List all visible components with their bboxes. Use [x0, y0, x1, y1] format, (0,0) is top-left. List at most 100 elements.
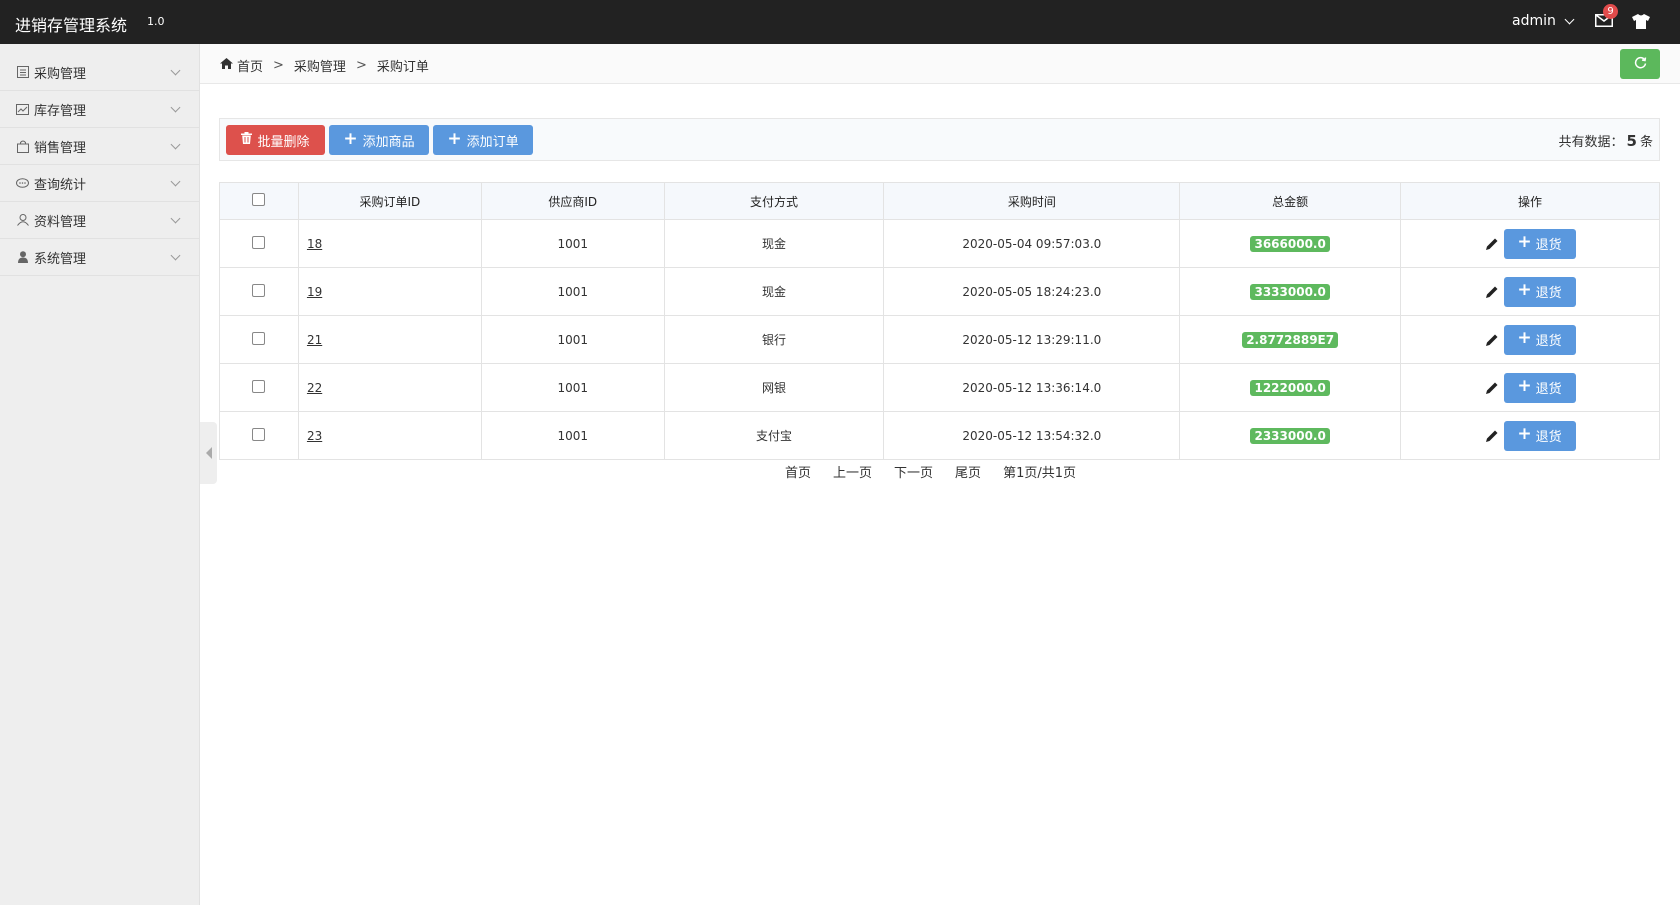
- return-button[interactable]: + 退货: [1503, 228, 1576, 259]
- mail-badge: 9: [1603, 4, 1618, 19]
- column-header: 采购时间: [883, 182, 1181, 220]
- ops-cell: + 退货: [1400, 315, 1660, 364]
- sidebar-item-inventory[interactable]: 库存管理: [0, 91, 199, 128]
- row-select-cell: [219, 315, 299, 364]
- breadcrumb-separator: >: [273, 58, 284, 73]
- home-icon[interactable]: [220, 58, 233, 73]
- supplier-id-cell: 1001: [480, 219, 665, 268]
- return-button[interactable]: + 退货: [1503, 420, 1576, 451]
- row-checkbox[interactable]: [252, 427, 266, 441]
- payment-cell: 支付宝: [663, 411, 885, 460]
- chevron-down-icon: [170, 176, 181, 187]
- amount-badge: 3666000.0: [1250, 235, 1330, 252]
- return-button[interactable]: + 退货: [1503, 276, 1576, 307]
- sidebar-item-label: 资料管理: [34, 214, 87, 230]
- amount-cell: 2333000.0: [1179, 411, 1402, 460]
- order-id-cell: 19: [297, 267, 482, 316]
- order-id-cell: 18: [297, 219, 482, 268]
- supplier-id-cell: 1001: [480, 363, 665, 412]
- table-row: 22 1001 网银 2020-05-12 13:36:14.0 1222000…: [219, 363, 1660, 412]
- return-label: 退货: [1535, 382, 1562, 397]
- amount-badge: 3333000.0: [1250, 283, 1330, 300]
- return-label: 退货: [1535, 238, 1562, 253]
- chevron-down-icon: [1564, 14, 1575, 24]
- table-row: 23 1001 支付宝 2020-05-12 13:54:32.0 233300…: [219, 411, 1660, 460]
- sidebar-item-sales[interactable]: 销售管理: [0, 128, 199, 165]
- plus-icon: +: [343, 128, 358, 149]
- pager-last[interactable]: 尾页: [955, 462, 981, 481]
- sidebar-item-query[interactable]: 查询统计: [0, 165, 199, 202]
- time-cell: 2020-05-12 13:36:14.0: [883, 363, 1181, 412]
- breadcrumb-purchase[interactable]: 采购管理: [294, 56, 346, 75]
- pager-prev[interactable]: 上一页: [833, 462, 872, 481]
- shirt-icon[interactable]: [1632, 14, 1650, 29]
- time-cell: 2020-05-12 13:29:11.0: [883, 315, 1181, 364]
- pencil-icon[interactable]: [1485, 285, 1499, 299]
- breadcrumb-bar: 首页 > 采购管理 > 采购订单: [200, 44, 1680, 84]
- column-header: 采购订单ID: [297, 182, 482, 220]
- chevron-down-icon: [170, 250, 181, 261]
- order-id-link[interactable]: 18: [307, 237, 322, 251]
- order-id-link[interactable]: 19: [307, 285, 322, 299]
- row-select-cell: [219, 219, 299, 268]
- chevron-down-icon: [170, 139, 181, 150]
- column-header: 操作: [1400, 182, 1660, 220]
- add-goods-button[interactable]: + 添加商品: [329, 125, 429, 155]
- amount-badge: 2333000.0: [1250, 427, 1330, 444]
- row-checkbox[interactable]: [252, 379, 266, 393]
- row-select-cell: [219, 363, 299, 412]
- profile-icon: [16, 214, 29, 226]
- row-checkbox[interactable]: [252, 331, 266, 345]
- return-button[interactable]: + 退货: [1503, 324, 1576, 355]
- column-header: 总金额: [1179, 182, 1402, 220]
- purchase-icon: [16, 66, 29, 78]
- row-checkbox[interactable]: [252, 235, 266, 249]
- row-select-cell: [219, 267, 299, 316]
- order-id-link[interactable]: 22: [307, 381, 322, 395]
- order-id-link[interactable]: 23: [307, 429, 322, 443]
- sidebar-item-profile[interactable]: 资料管理: [0, 202, 199, 239]
- column-header: 支付方式: [663, 182, 885, 220]
- sidebar-item-system[interactable]: 系统管理: [0, 239, 199, 276]
- inventory-icon: [16, 103, 29, 115]
- return-label: 退货: [1535, 334, 1562, 349]
- refresh-icon: [1634, 56, 1647, 73]
- pager-first[interactable]: 首页: [785, 462, 811, 481]
- sidebar-item-label: 查询统计: [34, 177, 87, 193]
- chat-icon: [16, 177, 29, 189]
- pagination: 首页 上一页 下一页 尾页 第1页/共1页: [785, 462, 1076, 481]
- order-id-cell: 21: [297, 315, 482, 364]
- time-cell: 2020-05-12 13:54:32.0: [883, 411, 1181, 460]
- batch-delete-button[interactable]: 批量删除: [226, 125, 325, 155]
- order-id-link[interactable]: 21: [307, 333, 322, 347]
- plus-icon: +: [1517, 376, 1532, 396]
- pager-info: 第1页/共1页: [1003, 466, 1076, 481]
- breadcrumb-home[interactable]: 首页: [237, 56, 263, 75]
- table-header-row: 采购订单ID 供应商ID 支付方式 采购时间 总金额 操作: [219, 182, 1660, 220]
- total-suffix: 条: [1639, 135, 1653, 150]
- pencil-icon[interactable]: [1485, 333, 1499, 347]
- add-order-button[interactable]: + 添加订单: [433, 125, 533, 155]
- select-all-cell: [219, 182, 299, 220]
- sidebar-collapse-toggle[interactable]: [200, 422, 217, 484]
- total-prefix: 共有数据：: [1558, 135, 1624, 150]
- time-cell: 2020-05-05 18:24:23.0: [883, 267, 1181, 316]
- pencil-icon[interactable]: [1485, 237, 1499, 251]
- row-checkbox[interactable]: [252, 283, 266, 297]
- select-all-checkbox[interactable]: [252, 193, 266, 206]
- return-button[interactable]: + 退货: [1503, 372, 1576, 403]
- refresh-button[interactable]: [1620, 49, 1660, 79]
- pencil-icon[interactable]: [1485, 429, 1499, 443]
- total-count: 共有数据： 5 条: [1559, 131, 1653, 150]
- sidebar-item-purchase[interactable]: 采购管理: [0, 54, 199, 91]
- sales-bag-icon: [16, 140, 29, 153]
- pager-next[interactable]: 下一页: [894, 462, 933, 481]
- user-menu[interactable]: admin: [1512, 13, 1575, 29]
- plus-icon: +: [1517, 232, 1532, 252]
- user-name: admin: [1512, 13, 1556, 29]
- sidebar-item-label: 系统管理: [34, 251, 87, 267]
- payment-cell: 银行: [663, 315, 885, 364]
- order-id-cell: 23: [297, 411, 482, 460]
- column-header: 供应商ID: [480, 182, 665, 220]
- pencil-icon[interactable]: [1485, 381, 1499, 395]
